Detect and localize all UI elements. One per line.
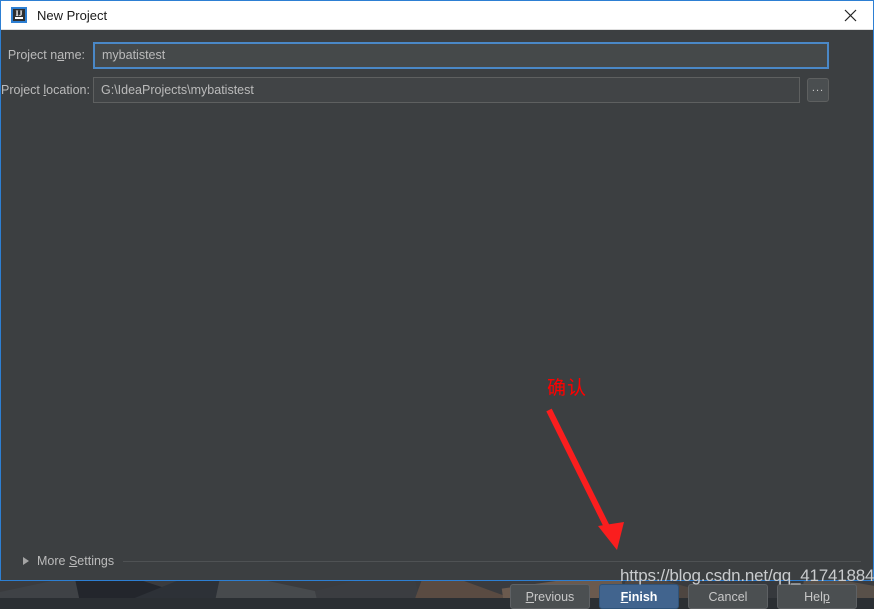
dialog-titlebar: IJ New Project <box>1 0 873 30</box>
more-settings-label: More Settings <box>37 554 115 568</box>
project-name-label: Project name: <box>7 48 85 62</box>
project-location-input[interactable]: G:\IdeaProjects\mybatistest <box>93 77 800 103</box>
dialog-body: Project name: mybatistest Project locati… <box>1 30 873 609</box>
project-location-row: Project location: G:\IdeaProjects\mybati… <box>1 77 853 103</box>
previous-button[interactable]: Previous <box>510 584 590 609</box>
dialog-button-row: Previous Finish Cancel Hel p <box>510 584 857 609</box>
new-project-dialog: IJ New Project Project name: mybatistest… <box>0 0 874 609</box>
project-location-label: Project location: <box>1 83 90 97</box>
help-button[interactable]: Hel p <box>777 584 857 609</box>
finish-button[interactable]: Finish <box>599 584 679 609</box>
ellipsis-icon: ... <box>811 81 825 94</box>
project-name-input[interactable]: mybatistest <box>93 41 829 69</box>
project-name-value: mybatistest <box>102 48 166 62</box>
annotation-note-text: 确认 <box>547 377 588 399</box>
project-location-value: G:\IdeaProjects\mybatistest <box>101 83 254 97</box>
cancel-button[interactable]: Cancel <box>688 584 768 609</box>
intellij-idea-icon: IJ <box>11 7 27 23</box>
watermark-text: https://blog.csdn.net/qq_41741884 <box>620 566 874 585</box>
more-settings-separator <box>123 560 861 562</box>
project-name-row: Project name: mybatistest <box>1 41 853 69</box>
close-icon[interactable] <box>827 1 873 30</box>
dialog-title: New Project <box>37 7 108 23</box>
chevron-right-icon <box>23 557 29 565</box>
browse-location-button[interactable]: ... <box>807 78 829 102</box>
